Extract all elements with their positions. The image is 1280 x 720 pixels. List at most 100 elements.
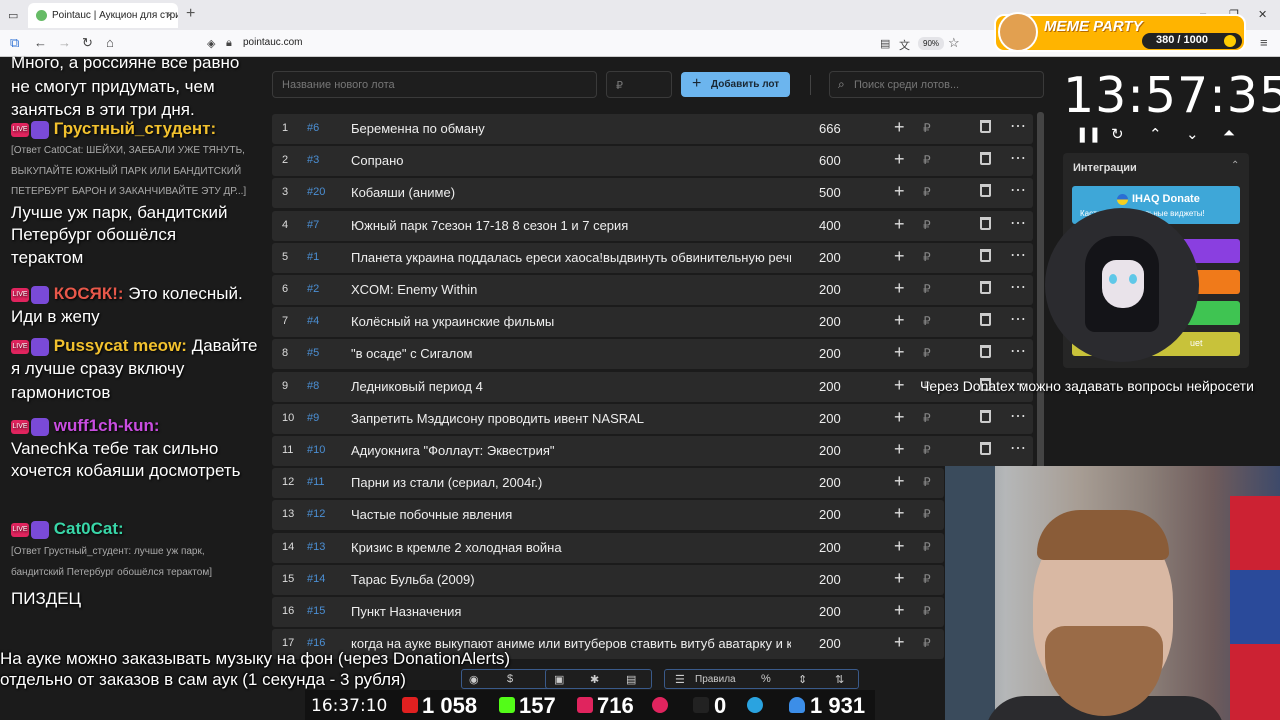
- chat-username[interactable]: КОСЯК!:: [54, 284, 124, 303]
- currency-icon[interactable]: ₽: [923, 346, 931, 360]
- chat-username[interactable]: Грустный_студент:: [54, 119, 216, 138]
- lot-name[interactable]: Кризис в кремле 2 холодная война: [351, 540, 791, 555]
- double-chevron-up-icon[interactable]: ⏶: [1223, 125, 1235, 142]
- more-options-icon[interactable]: ⋯: [1010, 406, 1026, 426]
- add-amount-icon[interactable]: +: [894, 407, 905, 428]
- add-lot-button[interactable]: + Добавить лот: [681, 72, 790, 97]
- trash-icon[interactable]: [980, 345, 991, 359]
- lot-name[interactable]: XCOM: Enemy Within: [351, 282, 791, 297]
- more-options-icon[interactable]: ⋯: [1010, 148, 1026, 168]
- url-bar[interactable]: pointauc.com: [243, 37, 302, 48]
- chevron-up-icon[interactable]: ⌃: [1231, 160, 1239, 171]
- more-options-icon[interactable]: ⋯: [1010, 341, 1026, 361]
- lot-amount[interactable]: 200: [819, 636, 841, 651]
- reader-icon[interactable]: ▤: [880, 37, 890, 50]
- more-options-icon[interactable]: ⋯: [1010, 245, 1026, 265]
- lot-amount[interactable]: 500: [819, 185, 841, 200]
- lot-amount[interactable]: 200: [819, 507, 841, 522]
- add-amount-icon[interactable]: +: [894, 471, 905, 492]
- lot-amount[interactable]: 200: [819, 411, 841, 426]
- more-options-icon[interactable]: ⋯: [1010, 438, 1026, 458]
- lot-row[interactable]: 2 #3 Сопрано 600 + ₽ ⋯: [272, 146, 1033, 177]
- currency-icon[interactable]: ₽: [923, 185, 931, 199]
- currency-icon[interactable]: ₽: [923, 282, 931, 296]
- back-icon[interactable]: ←: [34, 35, 47, 50]
- lot-name[interactable]: Адиуокнига "Фоллаут: Эквестрия": [351, 443, 791, 458]
- currency-icon[interactable]: ₽: [923, 153, 931, 167]
- lot-name[interactable]: Кобаяши (аниме): [351, 185, 791, 200]
- lot-amount[interactable]: 666: [819, 121, 841, 136]
- add-amount-icon[interactable]: +: [894, 278, 905, 299]
- currency-icon[interactable]: ₽: [923, 507, 931, 521]
- bug-icon[interactable]: ✱: [590, 673, 599, 686]
- lot-amount[interactable]: 200: [819, 540, 841, 555]
- lot-name[interactable]: Планета украина поддалась ереси хаоса!вы…: [351, 250, 791, 265]
- lot-name[interactable]: Частые побочные явления: [351, 507, 791, 522]
- currency-icon[interactable]: ₽: [923, 443, 931, 457]
- lot-row[interactable]: 11 #10 Адиуокнига "Фоллаут: Эквестрия" 200 +…: [272, 436, 1033, 466]
- lot-row[interactable]: 15 #14 Тарас Бульба (2009) 200 + ₽: [272, 564, 944, 595]
- lot-row[interactable]: 8 #5 "в осаде" с Сигалом 200 + ₽ ⋯: [272, 339, 1033, 370]
- add-amount-icon[interactable]: +: [894, 214, 905, 235]
- currency-icon[interactable]: ₽: [923, 540, 931, 554]
- chat-username[interactable]: Cat0Cat:: [54, 519, 124, 538]
- trash-icon[interactable]: [980, 152, 991, 166]
- menu-icon[interactable]: ≡: [1260, 35, 1268, 50]
- lot-name[interactable]: Ледниковый период 4: [351, 379, 791, 394]
- sort-icon[interactable]: ⇅: [835, 673, 844, 686]
- translate-icon[interactable]: 文: [899, 37, 910, 53]
- lot-name[interactable]: "в осаде" с Сигалом: [351, 346, 791, 361]
- lot-amount[interactable]: 200: [819, 604, 841, 619]
- add-amount-icon[interactable]: +: [894, 503, 905, 524]
- lot-list-scrollbar[interactable]: [1037, 112, 1044, 472]
- lot-name[interactable]: Пункт Назначения: [351, 604, 791, 619]
- new-tab-icon[interactable]: +: [186, 5, 195, 23]
- more-options-icon[interactable]: ⋯: [1010, 309, 1026, 329]
- add-amount-icon[interactable]: +: [894, 342, 905, 363]
- lot-row[interactable]: 16 #15 Пункт Назначения 200 + ₽: [272, 597, 944, 627]
- lot-amount[interactable]: 200: [819, 572, 841, 587]
- close-tab-icon[interactable]: ×: [166, 8, 173, 22]
- trash-icon[interactable]: [980, 442, 991, 455]
- lot-row[interactable]: 9 #8 Ледниковый период 4 200 + ₽ ⋯: [272, 371, 1033, 402]
- more-options-icon[interactable]: ⋯: [1010, 116, 1026, 136]
- github-icon[interactable]: ◉: [469, 673, 479, 686]
- rules-icon[interactable]: ☰: [675, 673, 685, 686]
- sidebar-icon[interactable]: ⧉: [10, 35, 19, 51]
- trash-icon[interactable]: [980, 216, 991, 230]
- zoom-level[interactable]: 90%: [918, 37, 945, 50]
- donate-dollar-icon[interactable]: $: [507, 673, 513, 685]
- lot-name[interactable]: Запретить Мэддисону проводить ивент NASR…: [351, 411, 791, 426]
- new-lot-price-input[interactable]: ₽: [606, 71, 672, 98]
- lot-name[interactable]: Беременна по обману: [351, 121, 791, 136]
- home-icon[interactable]: ⌂: [106, 35, 114, 50]
- chevron-down-icon[interactable]: ⌄: [1186, 125, 1199, 143]
- more-options-icon[interactable]: ⋯: [1010, 213, 1026, 233]
- lot-row[interactable]: 7 #4 Колёсный на украинские фильмы 200 + ₽ ⋯: [272, 307, 1033, 338]
- reload-icon[interactable]: ↻: [82, 35, 93, 51]
- lot-name[interactable]: Южный парк 7сезон 17-18 8 сезон 1 и 7 се…: [351, 218, 791, 233]
- currency-icon[interactable]: ₽: [923, 411, 931, 425]
- lot-row[interactable]: 4 #7 Южный парк 7сезон 17-18 8 сезон 1 и 7…: [272, 210, 1033, 241]
- lot-amount[interactable]: 600: [819, 153, 841, 168]
- lot-row[interactable]: 10 #9 Запретить Мэддисону проводить ивент …: [272, 403, 1033, 434]
- trash-icon[interactable]: [980, 409, 991, 423]
- lot-name[interactable]: Тарас Бульба (2009): [351, 572, 791, 587]
- lot-row[interactable]: 5 #1 Планета украина поддалась ереси хаоса…: [272, 242, 1033, 273]
- lot-row[interactable]: 6 #2 XCOM: Enemy Within 200 + ₽ ⋯: [272, 275, 1033, 305]
- chat-username[interactable]: wuff1ch-kun:: [54, 416, 160, 435]
- shield-icon[interactable]: ◈: [207, 37, 215, 50]
- clear-icon[interactable]: ▤: [626, 673, 636, 686]
- add-amount-icon[interactable]: +: [894, 375, 905, 396]
- chevron-up-icon[interactable]: ⌃: [1149, 125, 1162, 143]
- more-options-icon[interactable]: ⋯: [1010, 277, 1026, 297]
- add-amount-icon[interactable]: +: [894, 117, 905, 138]
- add-amount-icon[interactable]: +: [894, 181, 905, 202]
- lot-name[interactable]: Сопрано: [351, 153, 791, 168]
- lot-row[interactable]: 3 #20 Кобаяши (аниме) 500 + ₽ ⋯: [272, 178, 1033, 209]
- trash-icon[interactable]: [980, 281, 991, 294]
- browser-tab[interactable]: Pointauc | Аукцион для стримеров ×: [28, 3, 178, 28]
- currency-icon[interactable]: ₽: [923, 250, 931, 264]
- lot-amount[interactable]: 200: [819, 314, 841, 329]
- lot-amount[interactable]: 200: [819, 443, 841, 458]
